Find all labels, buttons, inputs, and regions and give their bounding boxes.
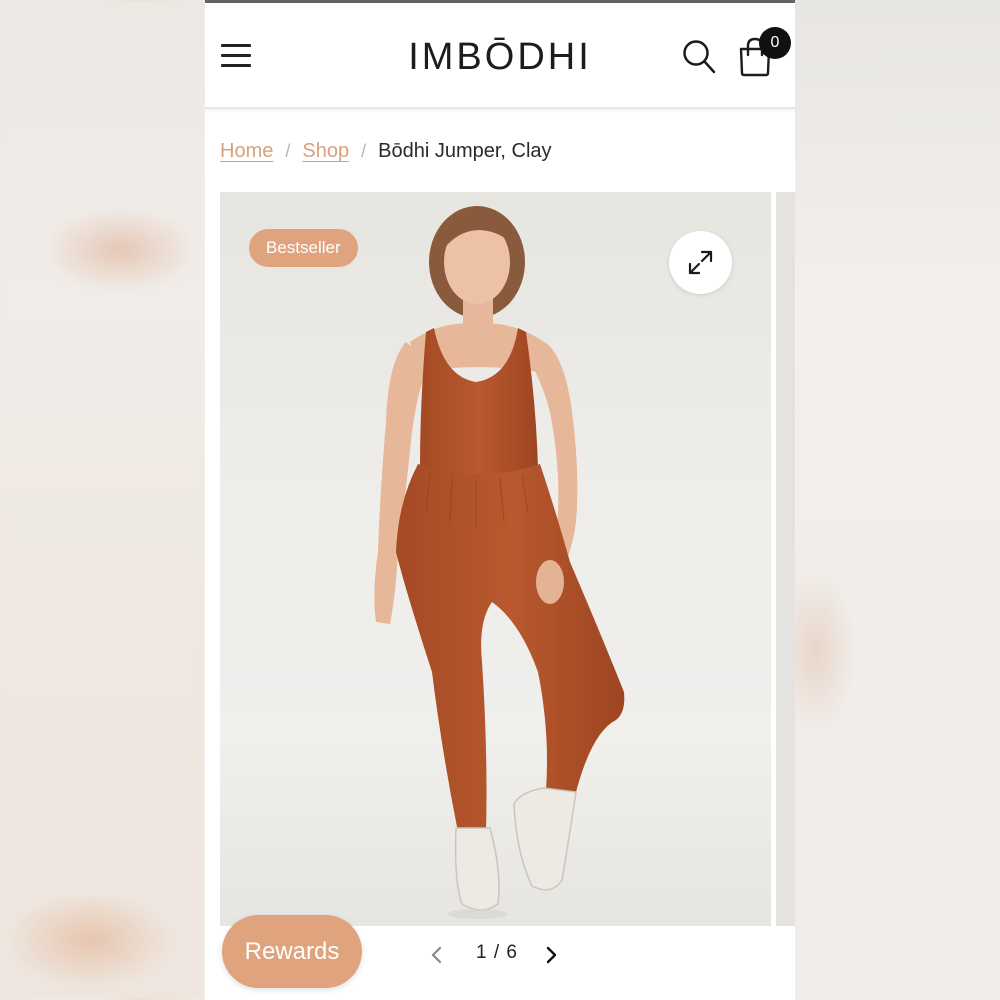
rewards-button[interactable]: Rewards xyxy=(222,915,362,988)
pager-count: 1 / 6 xyxy=(459,942,535,964)
pager-total: 6 xyxy=(506,942,518,963)
pager-current: 1 xyxy=(476,942,488,963)
breadcrumb: Home / Shop / Bōdhi Jumper, Clay xyxy=(220,140,552,170)
chevron-left-icon[interactable] xyxy=(425,943,449,967)
product-photo xyxy=(220,206,771,926)
breadcrumb-shop-link[interactable]: Shop xyxy=(302,140,349,162)
breadcrumb-current: Bōdhi Jumper, Clay xyxy=(378,140,552,162)
breadcrumb-home-link[interactable]: Home xyxy=(220,140,273,162)
gallery-pager: 1 / 6 xyxy=(425,940,565,970)
bestseller-badge: Bestseller xyxy=(249,229,358,267)
blurred-background-right xyxy=(795,0,1000,1000)
pager-separator: / xyxy=(493,942,501,963)
product-image-gallery[interactable]: Bestseller xyxy=(220,192,771,926)
site-header: IMBŌDHI 0 xyxy=(205,3,795,109)
expand-icon[interactable] xyxy=(669,231,732,294)
next-image-peek[interactable] xyxy=(776,192,795,926)
mobile-page: IMBŌDHI 0 Home / Shop / Bōdhi Jumper, Clay xyxy=(205,0,795,1000)
chevron-right-icon[interactable] xyxy=(539,943,563,967)
search-icon[interactable] xyxy=(681,37,717,77)
blurred-background-left xyxy=(0,0,205,1000)
cart-count-badge[interactable]: 0 xyxy=(759,27,791,59)
breadcrumb-separator: / xyxy=(361,141,367,161)
breadcrumb-separator: / xyxy=(285,141,291,161)
